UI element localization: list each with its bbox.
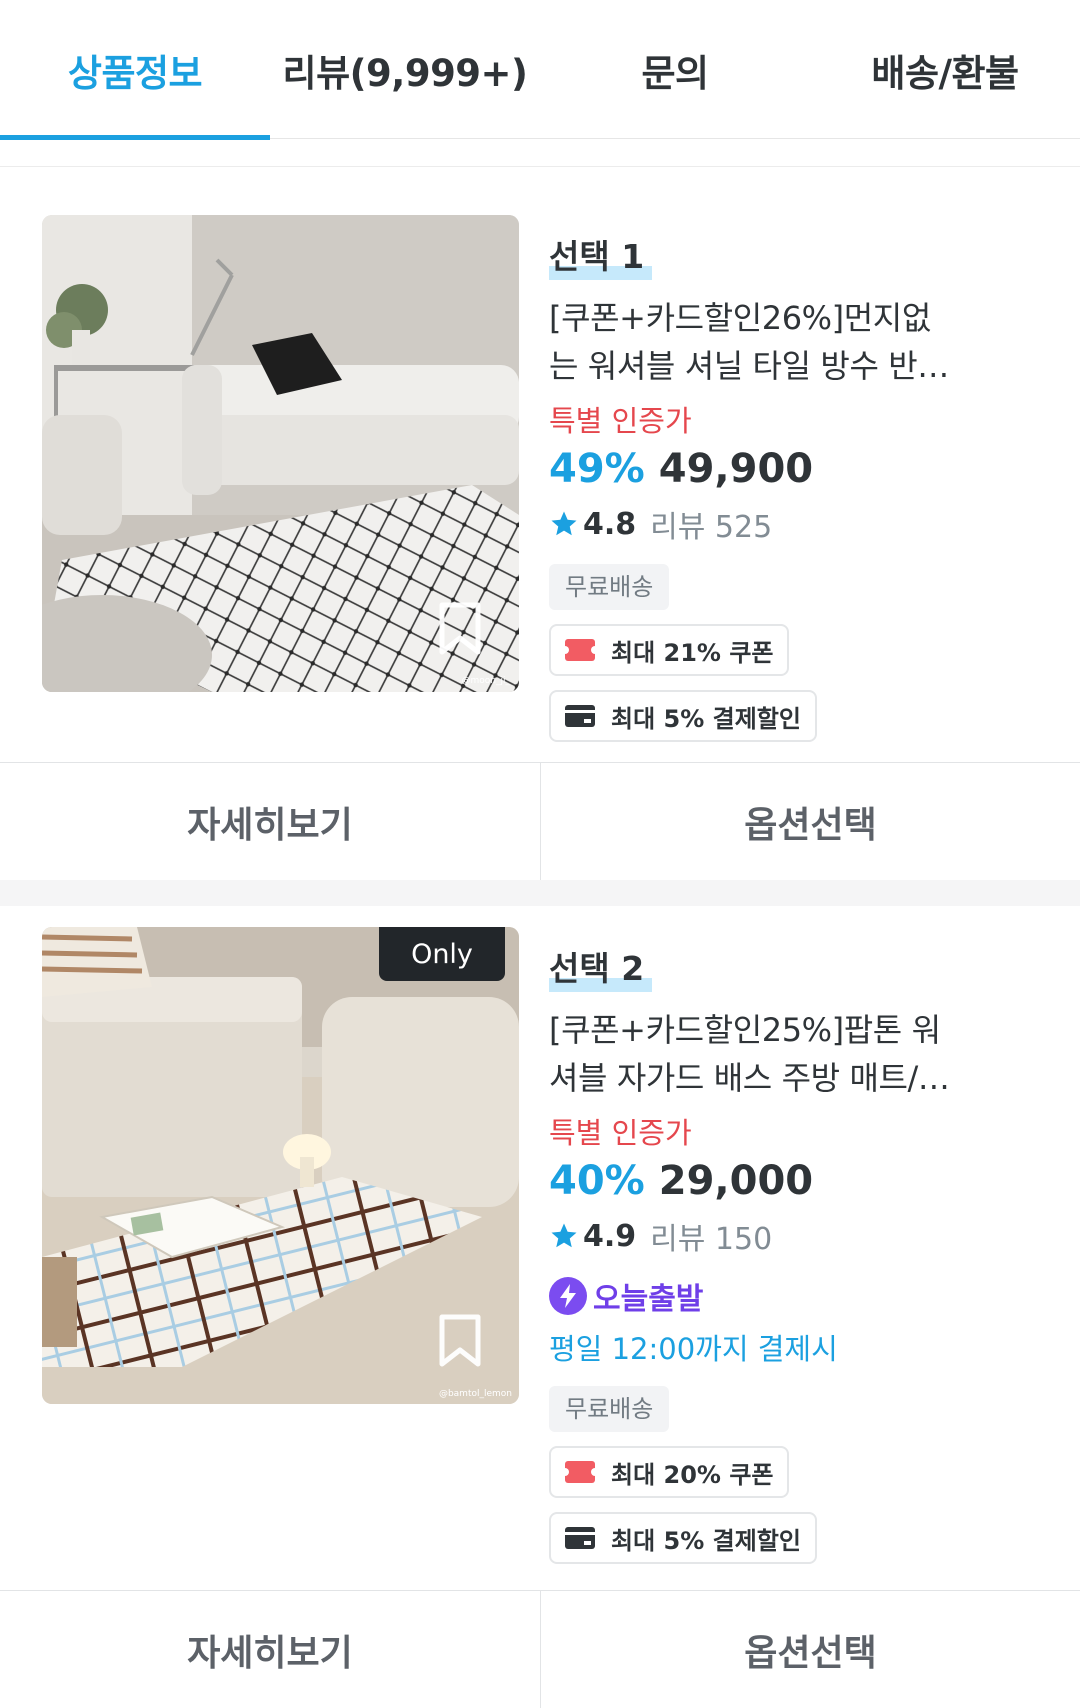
card-actions-2: 자세히보기 옵션선택 — [0, 1590, 1080, 1708]
product-name[interactable]: [쿠폰+카드할인26%]먼지없 는 워셔블 셔닐 타일 방수 반… — [549, 294, 1039, 390]
review-count: 리뷰 525 — [650, 510, 773, 545]
price: 29,000 — [658, 1158, 814, 1204]
price: 49,900 — [658, 446, 814, 492]
bookmark-icon[interactable] — [439, 1314, 481, 1368]
rating-value: 4.9 — [583, 1218, 637, 1254]
tab-reviews[interactable]: 리뷰(9,999+) — [270, 0, 540, 139]
payment-discount-pill[interactable]: 최대 5% 결제할인 — [549, 1512, 817, 1564]
today-departure: 오늘출발 — [549, 1274, 1039, 1318]
special-price-label: 특별 인증가 — [549, 1116, 692, 1150]
detail-button[interactable]: 자세히보기 — [0, 763, 540, 880]
card-icon — [565, 1527, 595, 1549]
product-image-1[interactable]: @moon_ji_ — [42, 215, 519, 692]
option-select-button[interactable]: 옵션선택 — [540, 1591, 1080, 1708]
star-icon — [551, 1223, 577, 1248]
only-badge: Only — [379, 927, 505, 981]
payment-discount-pill[interactable]: 최대 5% 결제할인 — [549, 690, 817, 742]
option-select-button[interactable]: 옵션선택 — [540, 763, 1080, 880]
svg-text:@bamtol_lemon: @bamtol_lemon — [439, 1389, 512, 1399]
rating-row: 4.9 리뷰 150 — [549, 1214, 1039, 1258]
tab-shipping-refund[interactable]: 배송/환불 — [810, 0, 1080, 139]
coupon-icon — [561, 639, 599, 661]
tab-bar: 상품정보 리뷰(9,999+) 문의 배송/환불 — [0, 0, 1080, 140]
rating-value: 4.8 — [583, 506, 637, 542]
option-title: 선택 1 — [549, 230, 653, 280]
card-icon — [565, 705, 595, 727]
free-shipping-badge: 무료배송 — [549, 1386, 670, 1432]
tab-inquiry[interactable]: 문의 — [540, 0, 810, 139]
review-count: 리뷰 150 — [650, 1222, 773, 1257]
coupon-pill[interactable]: 최대 20% 쿠폰 — [549, 1446, 790, 1498]
product-info-2: 선택 2 [쿠폰+카드할인25%]팝톤 워 셔블 자가드 배스 주방 매트/… … — [549, 942, 1039, 1564]
product-info-1: 선택 1 [쿠폰+카드할인26%]먼지없 는 워셔블 셔닐 타일 방수 반… 특… — [549, 230, 1039, 742]
svg-text:@moon_ji_: @moon_ji_ — [462, 676, 511, 686]
rating-row: 4.8 리뷰 525 — [549, 502, 1039, 546]
coupon-icon — [561, 1461, 599, 1483]
star-icon — [551, 511, 577, 536]
price-row: 49% 49,900 — [549, 446, 1039, 492]
section-separator — [0, 880, 1080, 906]
card-actions-1: 자세히보기 옵션선택 — [0, 762, 1080, 880]
discount-rate: 49% — [549, 446, 645, 492]
today-departure-condition: 평일 12:00까지 결제시 — [549, 1332, 838, 1366]
tab-product-info[interactable]: 상품정보 — [0, 0, 270, 140]
bookmark-icon[interactable] — [439, 602, 481, 656]
special-price-label: 특별 인증가 — [549, 404, 692, 438]
product-name[interactable]: [쿠폰+카드할인25%]팝톤 워 셔블 자가드 배스 주방 매트/… — [549, 1006, 1039, 1102]
coupon-pill[interactable]: 최대 21% 쿠폰 — [549, 624, 790, 676]
price-row: 40% 29,000 — [549, 1158, 1039, 1204]
lightning-icon — [549, 1277, 587, 1315]
discount-rate: 40% — [549, 1158, 645, 1204]
free-shipping-badge: 무료배송 — [549, 564, 670, 610]
option-title: 선택 2 — [549, 942, 653, 992]
detail-button[interactable]: 자세히보기 — [0, 1591, 540, 1708]
divider — [0, 166, 1080, 167]
product-image-2[interactable]: @bamtol_lemon Only — [42, 927, 519, 1404]
